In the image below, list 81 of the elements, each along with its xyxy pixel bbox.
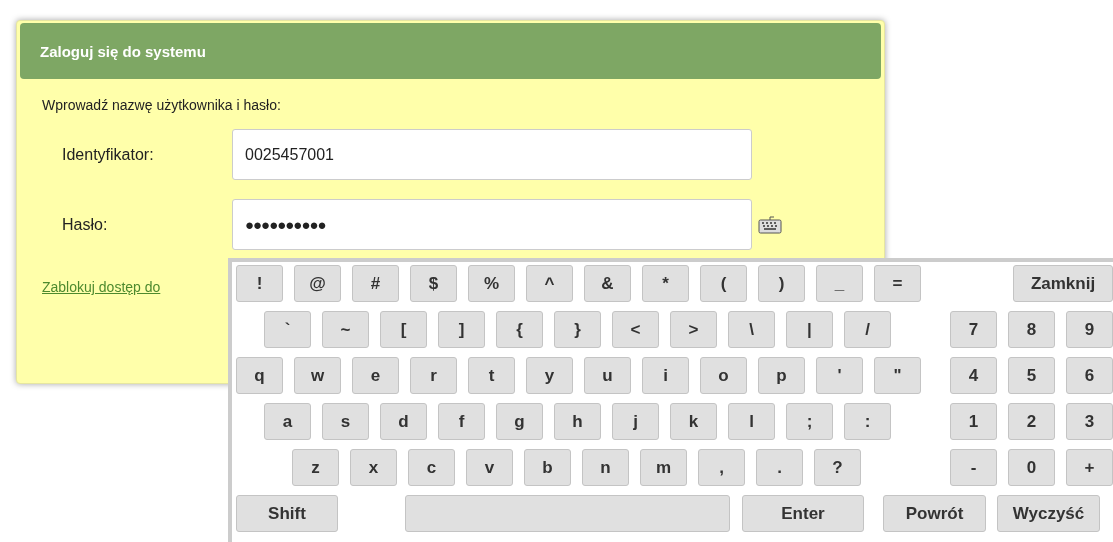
keyboard-key[interactable]: u [584,357,631,394]
keyboard-key[interactable]: 0 [1008,449,1055,486]
keyboard-key[interactable]: g [496,403,543,440]
keyboard-key[interactable]: c [408,449,455,486]
keyboard-key[interactable]: ) [758,265,805,302]
keyboard-key[interactable]: l [728,403,775,440]
enter-key[interactable]: Enter [742,495,864,532]
keyboard-key[interactable]: j [612,403,659,440]
keyboard-key[interactable]: t [468,357,515,394]
keyboard-key[interactable]: a [264,403,311,440]
keyboard-key[interactable]: ! [236,265,283,302]
panel-title: Zaloguj się do systemu [20,23,881,79]
keyboard-key[interactable]: : [844,403,891,440]
keyboard-key[interactable]: + [1066,449,1113,486]
keyboard-key[interactable]: h [554,403,601,440]
keyboard-icon[interactable] [758,215,782,234]
keyboard-key[interactable]: 8 [1008,311,1055,348]
password-field[interactable]: ●●●●●●●●●● [232,199,752,250]
keyboard-key[interactable]: 7 [950,311,997,348]
keyboard-key[interactable]: 2 [1008,403,1055,440]
keyboard-key[interactable]: 1 [950,403,997,440]
lock-access-link[interactable]: Zablokuj dostęp do [42,279,161,295]
keyboard-key[interactable]: y [526,357,573,394]
keyboard-key[interactable]: * [642,265,689,302]
keyboard-key[interactable]: { [496,311,543,348]
keyboard-key[interactable]: n [582,449,629,486]
keyboard-key[interactable]: 3 [1066,403,1113,440]
clear-key[interactable]: Wyczyść [997,495,1100,532]
keyboard-key[interactable]: ~ [322,311,369,348]
keyboard-key[interactable]: # [352,265,399,302]
keyboard-key[interactable]: \ [728,311,775,348]
keyboard-key[interactable]: ' [816,357,863,394]
field-label: Hasło: [61,215,109,234]
keyboard-key[interactable]: w [294,357,341,394]
keyboard-key[interactable]: @ [294,265,341,302]
keyboard-key[interactable]: q [236,357,283,394]
keyboard-key[interactable]: ` [264,311,311,348]
keyboard-key[interactable]: k [670,403,717,440]
keyboard-key[interactable]: ? [814,449,861,486]
keyboard-key[interactable]: - [950,449,997,486]
keyboard-key[interactable]: 4 [950,357,997,394]
keyboard-key[interactable]: & [584,265,631,302]
shift-key[interactable]: Shift [236,495,338,532]
keyboard-key[interactable]: ] [438,311,485,348]
keyboard-key[interactable]: v [466,449,513,486]
keyboard-key[interactable]: ^ [526,265,573,302]
keyboard-key[interactable]: $ [410,265,457,302]
keyboard-key[interactable]: b [524,449,571,486]
keyboard-key[interactable]: r [410,357,457,394]
back-key[interactable]: Powrót [883,495,986,532]
keyboard-key[interactable]: ; [786,403,833,440]
keyboard-key[interactable]: } [554,311,601,348]
keyboard-key[interactable]: 5 [1008,357,1055,394]
keyboard-key[interactable]: _ [816,265,863,302]
keyboard-key[interactable]: s [322,403,369,440]
keyboard-key[interactable]: ( [700,265,747,302]
keyboard-key[interactable]: m [640,449,687,486]
close-key[interactable]: Zamknij [1013,265,1113,302]
keyboard-key[interactable]: i [642,357,689,394]
keyboard-key[interactable]: z [292,449,339,486]
keyboard-key[interactable]: [ [380,311,427,348]
keyboard-key[interactable]: 9 [1066,311,1113,348]
keyboard-key[interactable]: > [670,311,717,348]
id-field[interactable]: 0025457001 [232,129,752,180]
keyboard-key[interactable]: < [612,311,659,348]
keyboard-key[interactable]: | [786,311,833,348]
keyboard-key[interactable]: 6 [1066,357,1113,394]
keyboard-key[interactable]: % [468,265,515,302]
keyboard-key[interactable]: " [874,357,921,394]
keyboard-key[interactable]: f [438,403,485,440]
keyboard-key[interactable]: x [350,449,397,486]
keyboard-key[interactable]: . [756,449,803,486]
field-label: Identyfikator: [61,145,155,164]
keyboard-key[interactable]: p [758,357,805,394]
keyboard-key[interactable]: e [352,357,399,394]
keyboard-key[interactable]: o [700,357,747,394]
keyboard-key[interactable]: d [380,403,427,440]
keyboard-key[interactable]: , [698,449,745,486]
keyboard-key[interactable]: / [844,311,891,348]
keyboard-key[interactable]: = [874,265,921,302]
instruction-text: Wprowadź nazwę użytkownika i hasło: [42,97,282,113]
